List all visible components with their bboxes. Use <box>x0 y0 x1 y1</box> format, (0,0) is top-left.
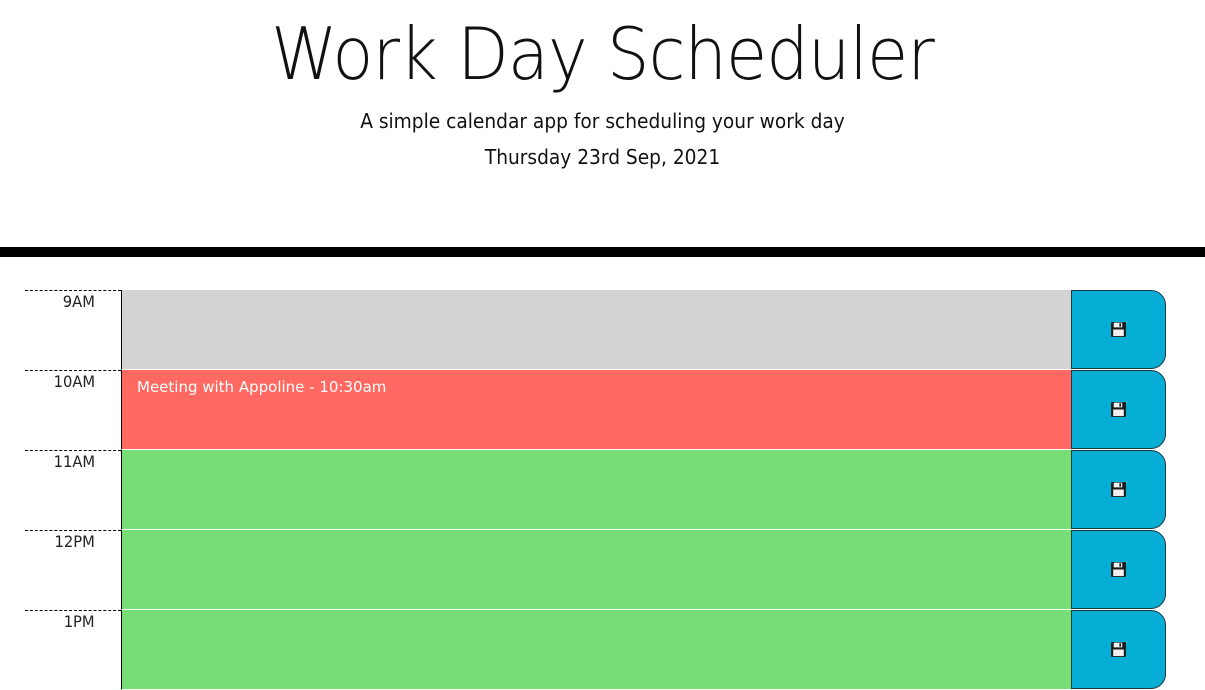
save-button[interactable] <box>1071 530 1166 609</box>
hour-label: 11AM <box>25 450 121 530</box>
time-block-1pm: 1PM <box>25 610 1166 690</box>
save-button[interactable] <box>1071 290 1166 369</box>
event-textarea[interactable] <box>121 610 1071 690</box>
time-block-11am: 11AM <box>25 450 1166 530</box>
hour-label: 10AM <box>25 370 121 450</box>
event-textarea[interactable] <box>121 450 1071 530</box>
event-textarea[interactable] <box>121 290 1071 370</box>
floppy-disk-icon <box>1111 482 1126 497</box>
current-day: Thursday 23rd Sep, 2021 <box>484 145 721 169</box>
time-block-12pm: 12PM <box>25 530 1166 610</box>
floppy-disk-icon <box>1111 402 1126 417</box>
floppy-disk-icon <box>1111 322 1126 337</box>
floppy-disk-icon <box>1111 642 1126 657</box>
save-button[interactable] <box>1071 450 1166 529</box>
hour-label: 9AM <box>25 290 121 370</box>
event-textarea[interactable]: Meeting with Appoline - 10:30am <box>121 370 1071 450</box>
header: Work Day Scheduler A simple calendar app… <box>0 0 1205 257</box>
time-block-10am: 10AM Meeting with Appoline - 10:30am <box>25 370 1166 450</box>
time-block-list: 9AM 10AM Meeting with Appoline - 10:30am… <box>25 290 1166 690</box>
hour-label: 12PM <box>25 530 121 610</box>
page-subtitle: A simple calendar app for scheduling you… <box>360 109 845 133</box>
save-button[interactable] <box>1071 370 1166 449</box>
event-textarea[interactable] <box>121 530 1071 610</box>
save-button[interactable] <box>1071 610 1166 689</box>
header-divider <box>0 247 1205 257</box>
floppy-disk-icon <box>1111 562 1126 577</box>
page-title: Work Day Scheduler <box>271 12 935 96</box>
time-block-9am: 9AM <box>25 290 1166 370</box>
hour-label: 1PM <box>25 610 121 690</box>
